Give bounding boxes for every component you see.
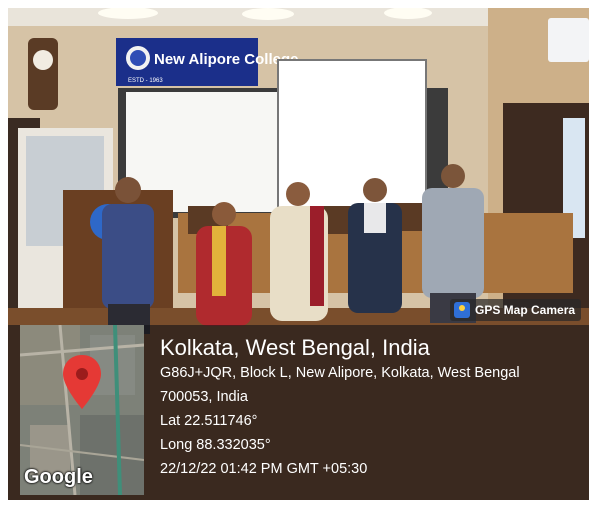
google-attribution: Google xyxy=(24,466,93,488)
map-pin-icon xyxy=(454,302,470,318)
place-title: Kolkata, West Bengal, India xyxy=(160,335,430,360)
address-line-2: 700053, India xyxy=(160,389,248,405)
photo-frame: New Alipore College ESTD - 1963 GPS Map … xyxy=(8,8,589,500)
location-info: Kolkata, West Bengal, India G86J+JQR, Bl… xyxy=(160,334,585,481)
gps-tag-label: GPS Map Camera xyxy=(475,303,576,317)
datetime: 22/12/22 01:42 PM GMT +05:30 xyxy=(160,461,368,477)
longitude: Long 88.332035° xyxy=(160,437,271,453)
gps-map-camera-tag: GPS Map Camera xyxy=(450,299,582,321)
banner-subtext: ESTD - 1963 xyxy=(128,78,163,84)
address-line-1: G86J+JQR, Block L, New Alipore, Kolkata,… xyxy=(160,365,520,381)
location-map: Google xyxy=(20,325,144,495)
latitude: Lat 22.511746° xyxy=(160,413,258,429)
banner-text: New Alipore College xyxy=(154,51,298,68)
